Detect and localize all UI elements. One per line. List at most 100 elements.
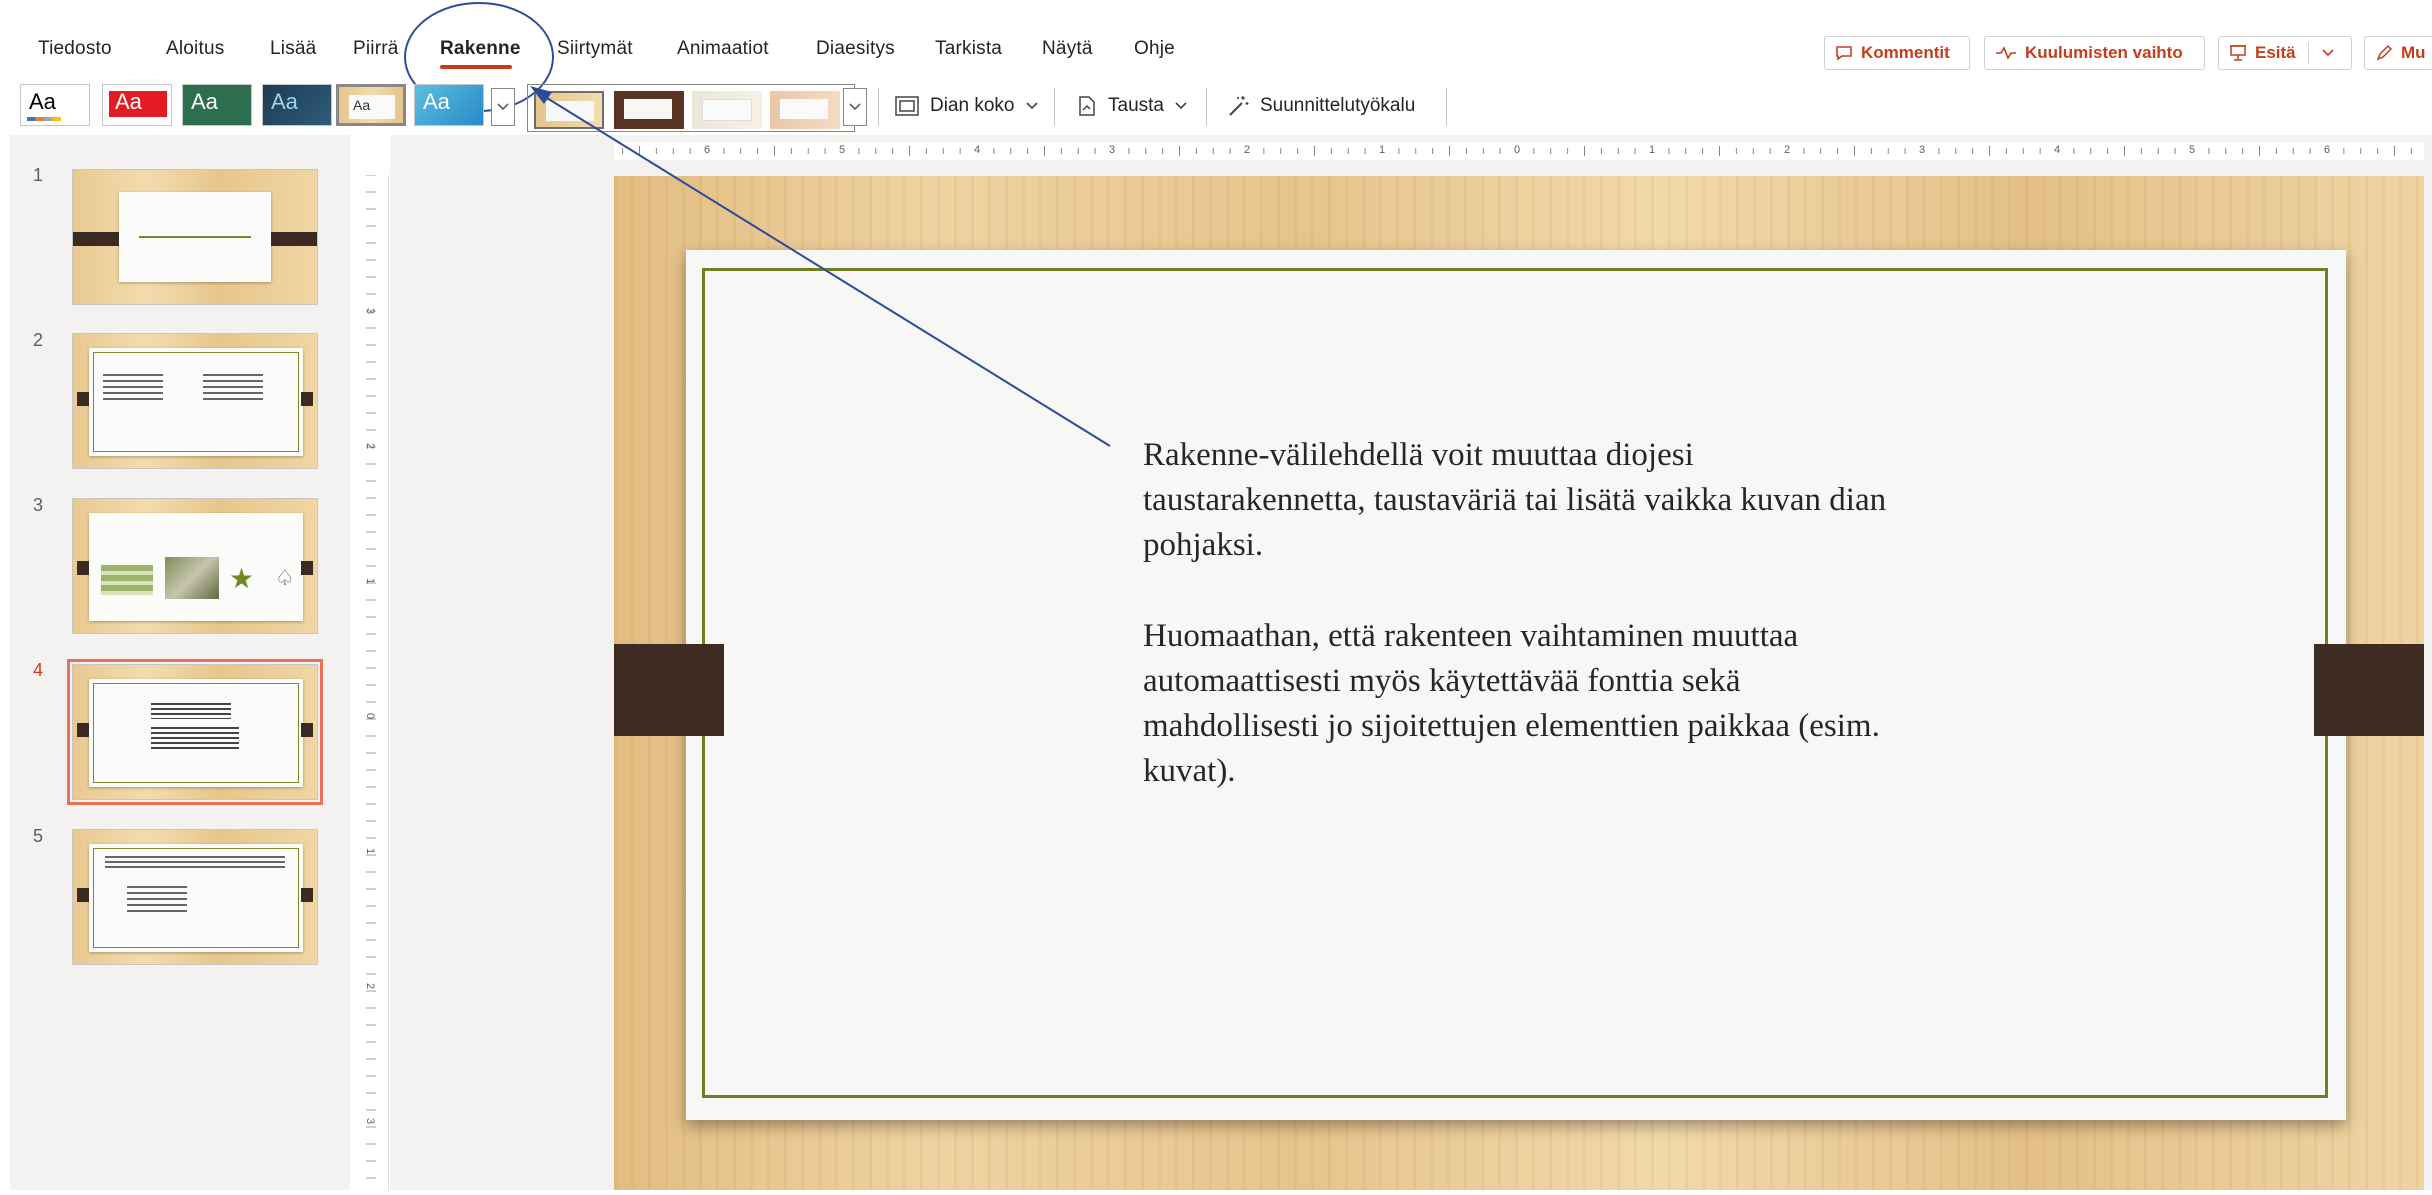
menu-diaesitys[interactable]: Diaesitys (816, 38, 895, 60)
variant-1[interactable] (534, 91, 604, 129)
theme-label: Aa (271, 89, 298, 114)
variants-more-button[interactable] (843, 88, 867, 126)
menu-aloitus[interactable]: Aloitus (166, 38, 224, 60)
present-label: Esitä (2255, 43, 2296, 62)
theme-label: Aa (29, 89, 56, 114)
present-icon (2230, 45, 2246, 61)
slide-thumbnail-4[interactable] (67, 659, 323, 805)
menu-nayta[interactable]: Näytä (1042, 38, 1093, 60)
menu-piirra[interactable]: Piirrä (353, 38, 399, 60)
slide-thumbnail-5[interactable] (72, 829, 318, 965)
menu-siirtymat[interactable]: Siirtymät (557, 38, 633, 60)
ruler-number: 3 (1109, 144, 1116, 156)
theme-wood-selected[interactable]: Aa (336, 84, 406, 126)
ruler-number: 4 (2054, 144, 2061, 156)
menu-lisaa[interactable]: Lisää (270, 38, 316, 60)
slide-paragraph-1: Rakenne-välilehdellä voit muuttaa diojes… (1143, 437, 1887, 563)
comments-button[interactable]: Kommentit (1824, 36, 1970, 70)
theme-blue[interactable]: Aa (414, 84, 484, 126)
slide-number-active: 4 (33, 660, 44, 680)
variant-2[interactable] (614, 91, 684, 129)
activity-icon (1996, 46, 2016, 60)
variant-paper (624, 99, 672, 119)
thumb-text-lines (151, 703, 231, 719)
background-label: Tausta (1108, 95, 1164, 116)
ruler-number: 3 (364, 307, 377, 315)
variant-paper (702, 99, 752, 121)
themes-more-button[interactable] (491, 88, 515, 126)
ruler-number: 5 (2189, 144, 2196, 156)
present-button[interactable]: Esitä (2218, 36, 2352, 70)
menu-tiedosto[interactable]: Tiedosto (38, 38, 112, 60)
ruler-number: 1 (1379, 144, 1386, 156)
menu-tarkista[interactable]: Tarkista (935, 38, 1002, 60)
ruler-number: 2 (1784, 144, 1791, 156)
ruler-number: 0 (1514, 144, 1521, 156)
slide-number: 1 (33, 165, 44, 185)
slide-paragraph-2: Huomaathan, että rakenteen vaihtaminen m… (1143, 618, 1880, 789)
ribbon-divider (878, 88, 879, 126)
variants-gallery (527, 84, 855, 132)
chevron-down-icon[interactable] (2321, 48, 2335, 58)
theme-navy[interactable]: Aa (262, 84, 332, 126)
slide-text-box[interactable]: Rakenne-välilehdellä voit muuttaa diojes… (1143, 433, 1903, 840)
slide-size-label: Dian koko (930, 95, 1015, 116)
present-split-divider (2307, 42, 2309, 64)
thumb-text-lines (127, 886, 187, 912)
theme-label: Aa (115, 89, 142, 114)
slide-number: 2 (33, 330, 44, 350)
thumb-photo (165, 557, 219, 599)
slide-thumbnail-1[interactable] (72, 169, 318, 305)
variant-4[interactable] (770, 91, 840, 129)
slide-thumbnail-3[interactable]: ★ ♤ (72, 498, 318, 634)
theme-green[interactable]: Aa (182, 84, 252, 126)
theme-label: Aa (353, 97, 371, 113)
horizontal-ruler: 6 5 4 3 2 1 0 1 2 3 4 5 6 (614, 142, 2424, 160)
designer-button[interactable]: Suunnittelutyökalu (1226, 90, 1415, 122)
variant-paper (780, 99, 828, 119)
thumb-strap (77, 392, 89, 406)
chevron-down-icon (497, 103, 509, 111)
thumb-text-lines (105, 856, 285, 870)
thumb-paper (89, 844, 303, 952)
thumb-strap (73, 232, 119, 246)
catch-up-button[interactable]: Kuulumisten vaihto (1984, 36, 2205, 70)
chevron-down-icon (1175, 102, 1187, 110)
thumb-text-lines (203, 374, 263, 400)
comments-label: Kommentit (1861, 43, 1950, 62)
vertical-ruler: 3 2 1 0 1 2 3 (356, 135, 389, 1190)
thumb-strap (77, 888, 89, 902)
ruler-number: 2 (364, 442, 377, 450)
thumb-text-lines (151, 727, 239, 749)
ruler-number: 1 (364, 847, 377, 855)
menu-ohje[interactable]: Ohje (1134, 38, 1175, 60)
variant-3[interactable] (692, 91, 762, 129)
thumb-paper (89, 348, 303, 456)
variant-paper (546, 101, 594, 121)
format-background-icon (1079, 96, 1095, 116)
theme-label: Aa (423, 89, 450, 114)
theme-red[interactable]: Aa (102, 84, 172, 126)
thumb-paper: ★ ♤ (89, 513, 303, 621)
slide-number: 5 (33, 826, 44, 846)
edit-label: Mu (2401, 43, 2426, 62)
ruler-number: 2 (1244, 144, 1251, 156)
comment-icon (1836, 46, 1852, 61)
vertical-ruler-track: 3 2 1 0 1 2 3 (356, 174, 389, 1190)
thumb-table (101, 565, 153, 595)
ruler-number: 1 (1649, 144, 1656, 156)
thumb-text-lines (103, 374, 163, 404)
slide-size-button[interactable]: Dian koko (894, 90, 1039, 122)
menu-bar: Tiedosto Aloitus Lisää Piirrä Rakenne Si… (0, 30, 2432, 72)
right-strap (2314, 644, 2424, 736)
background-button[interactable]: Tausta (1074, 90, 1188, 122)
theme-office[interactable]: Aa (20, 84, 90, 126)
slide-thumbnail-2[interactable] (72, 333, 318, 469)
edit-button[interactable]: Mu (2364, 36, 2432, 70)
menu-rakenne[interactable]: Rakenne (440, 38, 521, 60)
star-icon: ★ (229, 563, 255, 594)
designer-label: Suunnittelutyökalu (1260, 95, 1416, 116)
menu-animaatiot[interactable]: Animaatiot (677, 38, 769, 60)
thumb-strap (271, 232, 317, 246)
thumb-strap (301, 392, 313, 406)
